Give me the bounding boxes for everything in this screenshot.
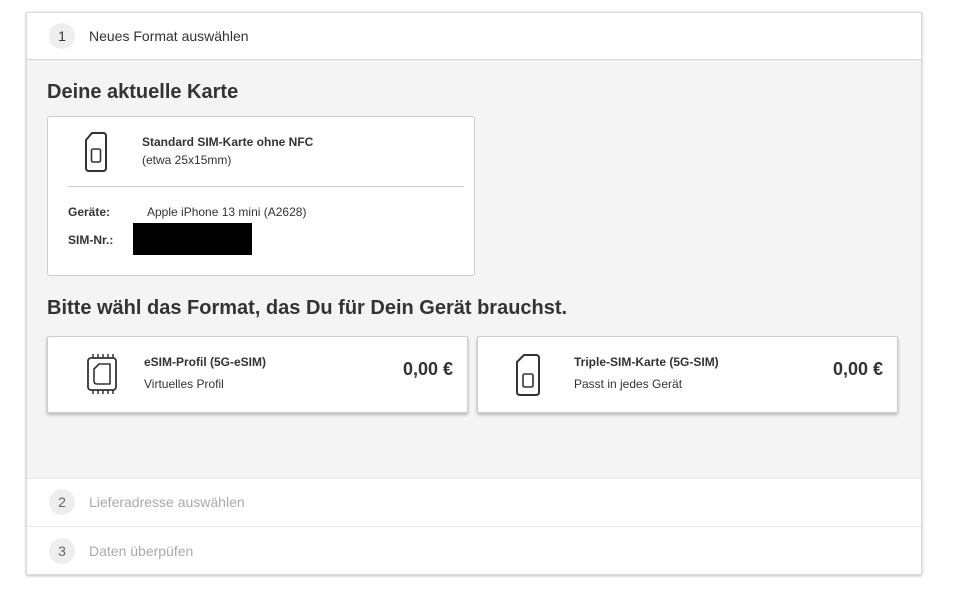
- current-card-name: Standard SIM-Karte ohne NFC: [142, 135, 314, 149]
- divider: [68, 186, 464, 187]
- step-2-number: 2: [49, 489, 75, 515]
- step-3-number: 3: [49, 538, 75, 564]
- step-3-header[interactable]: 3 Daten überpüfen: [27, 526, 921, 574]
- sim-number-label: SIM-Nr.:: [68, 233, 114, 247]
- step-1-number: 1: [49, 23, 75, 49]
- step-2-label: Lieferadresse auswählen: [89, 494, 245, 510]
- device-value: Apple iPhone 13 mini (A2628): [147, 205, 307, 219]
- step-1-content: Deine aktuelle Karte Standard SIM-Karte …: [27, 61, 921, 478]
- format-prompt-heading: Bitte wähl das Format, das Du für Dein G…: [47, 297, 568, 319]
- option-triple-sim-title: Triple-SIM-Karte (5G-SIM): [574, 355, 719, 369]
- device-row: Geräte: Apple iPhone 13 mini (A2628): [68, 205, 306, 219]
- device-label: Geräte:: [68, 205, 111, 219]
- sim-card-icon: [514, 353, 542, 402]
- option-esim-subtitle: Virtuelles Profil: [144, 377, 224, 391]
- step-2-header[interactable]: 2 Lieferadresse auswählen: [27, 478, 921, 525]
- option-esim-title: eSIM-Profil (5G-eSIM): [144, 355, 267, 369]
- option-triple-sim-subtitle: Passt in jedes Gerät: [574, 377, 683, 391]
- esim-chip-icon: [84, 353, 120, 400]
- option-triple-sim-price: 0,00 €: [832, 359, 883, 379]
- sim-format-wizard: 1 Neues Format auswählen Deine aktuelle …: [26, 12, 922, 575]
- step-1-header[interactable]: 1 Neues Format auswählen: [27, 13, 921, 60]
- option-esim-card[interactable]: eSIM-Profil (5G-eSIM) Virtuelles Profil …: [47, 336, 468, 413]
- current-card-size: (etwa 25x15mm): [142, 153, 232, 167]
- step-3-label: Daten überpüfen: [89, 543, 194, 559]
- current-card-panel: Standard SIM-Karte ohne NFC (etwa 25x15m…: [47, 116, 475, 276]
- option-triple-sim-card[interactable]: Triple-SIM-Karte (5G-SIM) Passt in jedes…: [477, 336, 898, 413]
- sim-card-icon: [84, 131, 108, 178]
- sim-number-redacted: [133, 223, 252, 255]
- step-1-label: Neues Format auswählen: [89, 28, 249, 44]
- sim-number-row: SIM-Nr.:: [68, 233, 134, 247]
- current-card-heading: Deine aktuelle Karte: [47, 81, 239, 103]
- option-esim-price: 0,00 €: [402, 359, 453, 379]
